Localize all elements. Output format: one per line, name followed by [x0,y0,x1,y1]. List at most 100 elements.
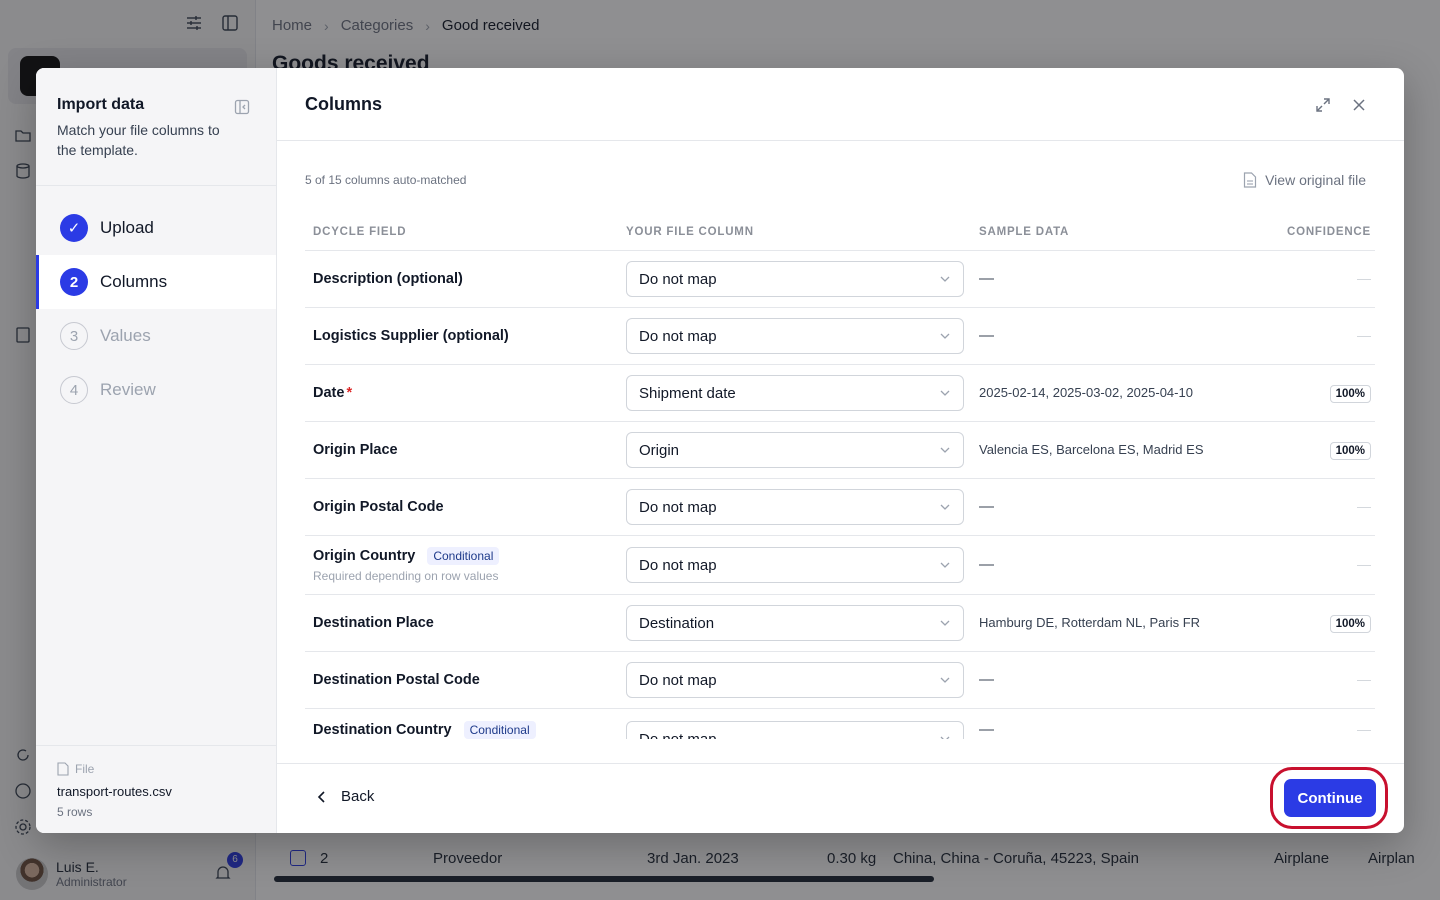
document-icon [1243,172,1257,188]
step-upload[interactable]: ✓ Upload [36,201,276,255]
chevron-left-icon [317,790,325,803]
select-value: Do not map [639,556,717,574]
table-row: Origin Postal Code Do not map — — [305,479,1375,536]
field-name: Description (optional) [313,271,463,287]
column-select[interactable]: Do not map [626,261,964,297]
confidence-empty: — [1357,556,1371,572]
sample-data: — [979,721,994,738]
column-select[interactable]: Origin [626,432,964,468]
confidence-empty: — [1357,671,1371,687]
step-number: 3 [60,322,88,350]
check-icon: ✓ [60,214,88,242]
select-value: Do not map [639,730,717,740]
step-values: 3 Values [36,309,276,363]
field-name: Destination Place [313,615,434,631]
field-name: Origin Country [313,548,416,564]
select-value: Do not map [639,327,717,345]
field-name: Origin Place [313,442,398,458]
chevron-down-icon [940,504,950,510]
column-select[interactable]: Do not map [626,721,964,739]
conditional-badge: Conditional [427,547,500,565]
step-label: Values [100,326,151,345]
steps-panel: Import data Match your file columns to t… [36,68,277,833]
sample-data: 2025-02-14, 2025-03-02, 2025-04-10 [979,385,1193,400]
back-button[interactable]: Back [317,788,374,805]
steps-header: Import data Match your file columns to t… [36,68,276,186]
chevron-down-icon [940,390,950,396]
field-name-wrap: Destination Country Conditional [313,721,626,739]
column-select[interactable]: Shipment date [626,375,964,411]
collapse-panel-icon[interactable] [234,99,250,115]
file-label: File [57,762,255,776]
table-row: Origin Place Origin Valencia ES, Barcelo… [305,422,1375,479]
sample-data: — [979,671,994,688]
steps-title: Import data [57,96,145,113]
field-name-wrap: Date * [313,385,626,401]
column-select[interactable]: Destination [626,605,964,641]
content-header: Columns [277,68,1404,141]
auto-match-summary: 5 of 15 columns auto-matched [305,173,467,187]
confidence-badge: 100% [1329,384,1371,403]
field-name: Origin Postal Code [313,499,444,515]
step-label: Upload [100,218,154,237]
step-label: Columns [100,272,168,291]
step-number: 2 [60,268,88,296]
field-name: Date [313,385,345,401]
header-field: DCYCLE FIELD [313,226,407,238]
select-value: Do not map [639,498,717,516]
sample-data: — [979,498,994,515]
view-original-file-link[interactable]: View original file [1243,172,1366,188]
conditional-badge: Conditional [463,721,536,739]
column-select[interactable]: Do not map [626,547,964,583]
column-select[interactable]: Do not map [626,489,964,525]
step-columns[interactable]: 2 Columns [36,255,276,309]
field-hint: Required depending on row values [313,569,499,583]
import-modal: Import data Match your file columns to t… [36,68,1404,833]
close-icon[interactable] [1350,96,1368,114]
select-value: Do not map [639,270,717,288]
expand-icon[interactable] [1314,96,1332,114]
chevron-down-icon [940,677,950,683]
confidence-badge: 100% [1329,441,1371,460]
table-row: Origin Country Conditional Required depen… [305,536,1375,595]
sample-data: Hamburg DE, Rotterdam NL, Paris FR [979,615,1201,630]
select-value: Origin [639,441,680,459]
chevron-down-icon [940,562,950,568]
field-name-wrap: Origin Country Conditional [313,547,626,565]
table-row: Date * Shipment date 2025-02-14, 2025-03-… [305,365,1375,422]
table-row: Logistics Supplier (optional) Do not map… [305,308,1375,365]
field-name: Destination Postal Code [313,672,480,688]
file-label-text: File [75,762,95,776]
chevron-down-icon [940,736,950,739]
confidence-badge: 100% [1329,614,1371,633]
sample-data: — [979,556,994,573]
step-number: 4 [60,376,88,404]
file-rows: 5 rows [57,805,93,819]
sample-data: — [979,327,994,344]
file-info: File transport-routes.csv 5 rows [36,745,276,833]
field-name: Logistics Supplier (optional) [313,328,509,344]
column-mapping-table: DCYCLE FIELD YOUR FILE COLUMN SAMPLE DAT… [305,214,1375,739]
confidence-empty: — [1357,498,1371,514]
step-label: Review [100,380,156,399]
columns-content: Columns 5 of 15 columns auto-matched Vie… [277,68,1404,833]
file-name: transport-routes.csv [57,784,172,799]
select-value: Do not map [639,671,717,689]
column-select[interactable]: Do not map [626,318,964,354]
table-row: Destination Postal Code Do not map — — [305,652,1375,709]
header-file-column: YOUR FILE COLUMN [626,226,754,238]
content-footer: Back Continue [277,763,1404,833]
table-row: Description (optional) Do not map — — [305,251,1375,308]
field-name: Destination Country [313,722,452,738]
header-sample-data: SAMPLE DATA [979,226,1070,238]
content-title: Columns [305,94,383,114]
view-original-file-label: View original file [1265,172,1366,188]
sample-data: — [979,270,994,287]
sample-data: Valencia ES, Barcelona ES, Madrid ES [979,442,1204,457]
chevron-down-icon [940,276,950,282]
confidence-empty: — [1357,721,1371,737]
column-select[interactable]: Do not map [626,662,964,698]
table-row: Destination Place Destination Hamburg DE… [305,595,1375,652]
back-label: Back [341,788,375,805]
continue-button[interactable]: Continue [1284,779,1376,817]
